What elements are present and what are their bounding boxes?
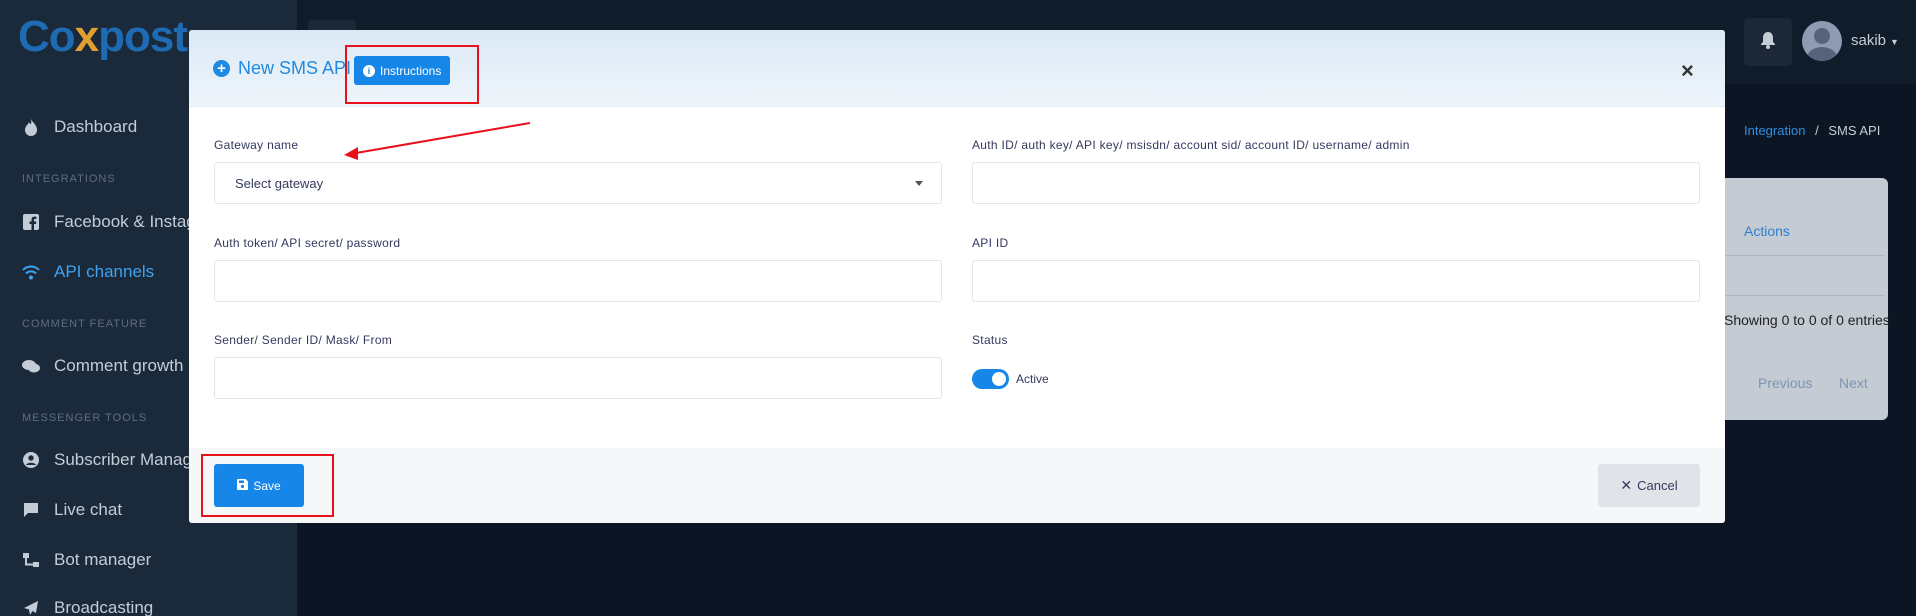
annotation-arrow	[344, 122, 531, 160]
